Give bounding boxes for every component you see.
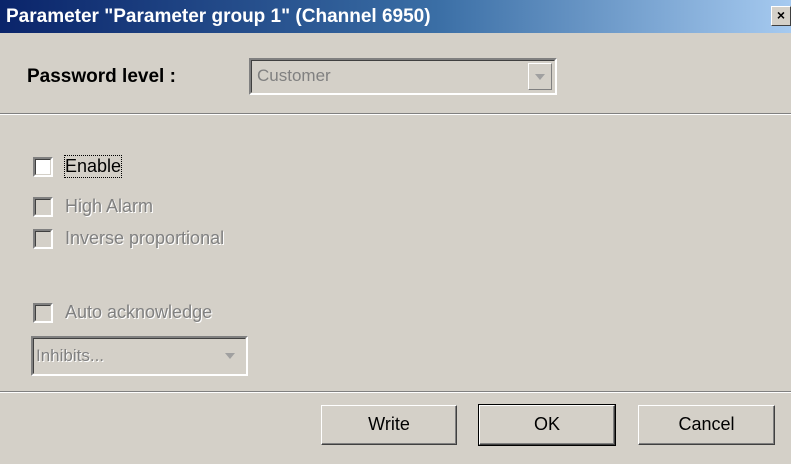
inhibits-value: Inhibits... [36, 346, 105, 365]
parameter-dialog: Parameter "Parameter group 1" (Channel 6… [0, 0, 791, 464]
password-level-label: Password level : [27, 66, 176, 87]
auto-acknowledge-checkbox[interactable] [33, 303, 53, 323]
ok-button[interactable]: OK [478, 404, 616, 446]
top-separator [0, 113, 791, 115]
inverse-proportional-checkbox[interactable] [33, 229, 53, 249]
ok-button-label: OK [533, 414, 560, 434]
high-alarm-label: High Alarm [65, 196, 154, 216]
cancel-button-label: Cancel [678, 414, 735, 434]
close-button[interactable]: × [771, 6, 791, 26]
window-title: Parameter "Parameter group 1" (Channel 6… [6, 6, 431, 27]
write-button[interactable]: Write [321, 405, 457, 445]
high-alarm-checkbox[interactable] [33, 197, 53, 217]
inverse-proportional-label: Inverse proportional [65, 228, 225, 248]
cancel-button[interactable]: Cancel [638, 405, 775, 445]
bottom-separator [0, 391, 791, 393]
chevron-down-icon [535, 73, 545, 80]
enable-label[interactable]: Enable [63, 155, 123, 178]
title-bar[interactable]: Parameter "Parameter group 1" (Channel 6… [0, 0, 791, 33]
enable-checkbox[interactable] [33, 157, 53, 177]
password-level-dropdown-button[interactable] [528, 63, 552, 90]
password-level-value: Customer [257, 66, 331, 85]
inhibits-dropdown[interactable]: Inhibits... [31, 336, 248, 376]
close-icon: × [776, 7, 786, 23]
password-level-dropdown[interactable]: Customer [249, 58, 557, 95]
write-button-label: Write [368, 414, 410, 434]
chevron-down-icon [225, 353, 235, 359]
auto-acknowledge-label: Auto acknowledge [65, 302, 213, 322]
